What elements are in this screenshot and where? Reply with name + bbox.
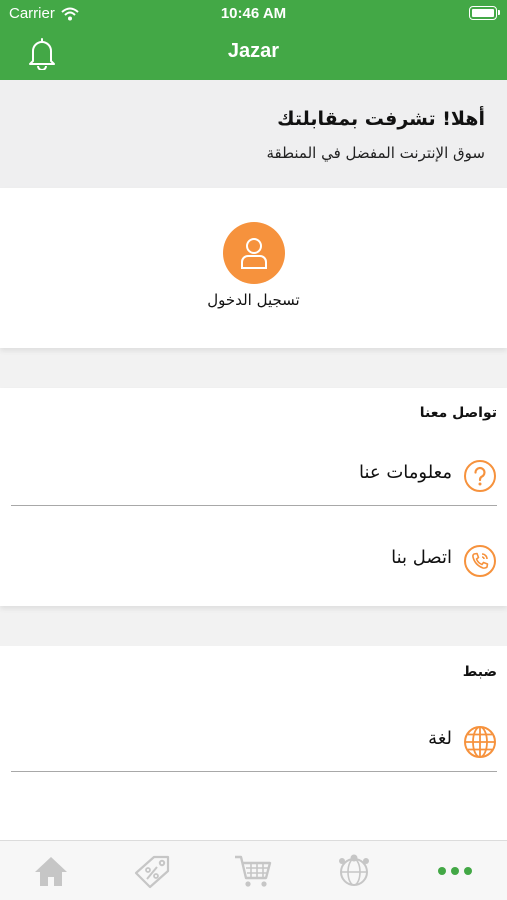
home-icon (35, 857, 67, 886)
contact-us-row[interactable]: اتصل بنا (0, 531, 507, 591)
settings-section: ضبط لغة (0, 646, 507, 840)
tab-world[interactable] (332, 851, 376, 891)
about-us-label: معلومات عنا (358, 462, 452, 483)
tag-icon (134, 855, 170, 889)
tab-cart[interactable] (231, 851, 275, 891)
status-bar: Carrier 10:46 AM (0, 0, 507, 28)
phone-icon (464, 545, 496, 577)
language-row[interactable]: لغة (0, 712, 507, 772)
login-avatar-button[interactable] (223, 222, 285, 284)
row-divider (11, 770, 497, 772)
question-icon (464, 460, 496, 492)
user-icon (241, 238, 267, 269)
login-card: تسجيل الدخول (0, 188, 507, 348)
welcome-subheading: سوق الإنترنت المفضل في المنطقة (266, 144, 485, 162)
contact-us-label: اتصل بنا (391, 547, 452, 568)
welcome-header: أهلا! تشرفت بمقابلتك سوق الإنترنت المفضل… (0, 80, 507, 188)
nav-bar: Jazar (0, 28, 507, 80)
tab-home[interactable] (29, 851, 73, 891)
app-title: Jazar (227, 40, 280, 62)
more-icon (438, 867, 472, 875)
tab-bar (0, 840, 507, 900)
row-divider (11, 504, 497, 506)
contact-section: تواصل معنا معلومات عنا اتصل بنا (0, 388, 507, 606)
login-label[interactable]: تسجيل الدخول (0, 291, 507, 309)
about-us-row[interactable]: معلومات عنا (0, 446, 507, 506)
contact-section-title: تواصل معنا (419, 405, 497, 421)
tab-offers[interactable] (130, 851, 174, 891)
tab-more[interactable] (433, 851, 477, 891)
cart-icon (235, 855, 272, 887)
welcome-heading: أهلا! تشرفت بمقابلتك (277, 108, 485, 130)
globe-pin-icon (339, 854, 369, 886)
settings-section-title: ضبط (462, 664, 497, 680)
globe-icon (464, 726, 496, 758)
language-label: لغة (428, 728, 452, 749)
status-time: 10:46 AM (220, 5, 287, 22)
battery-icon (469, 6, 500, 20)
